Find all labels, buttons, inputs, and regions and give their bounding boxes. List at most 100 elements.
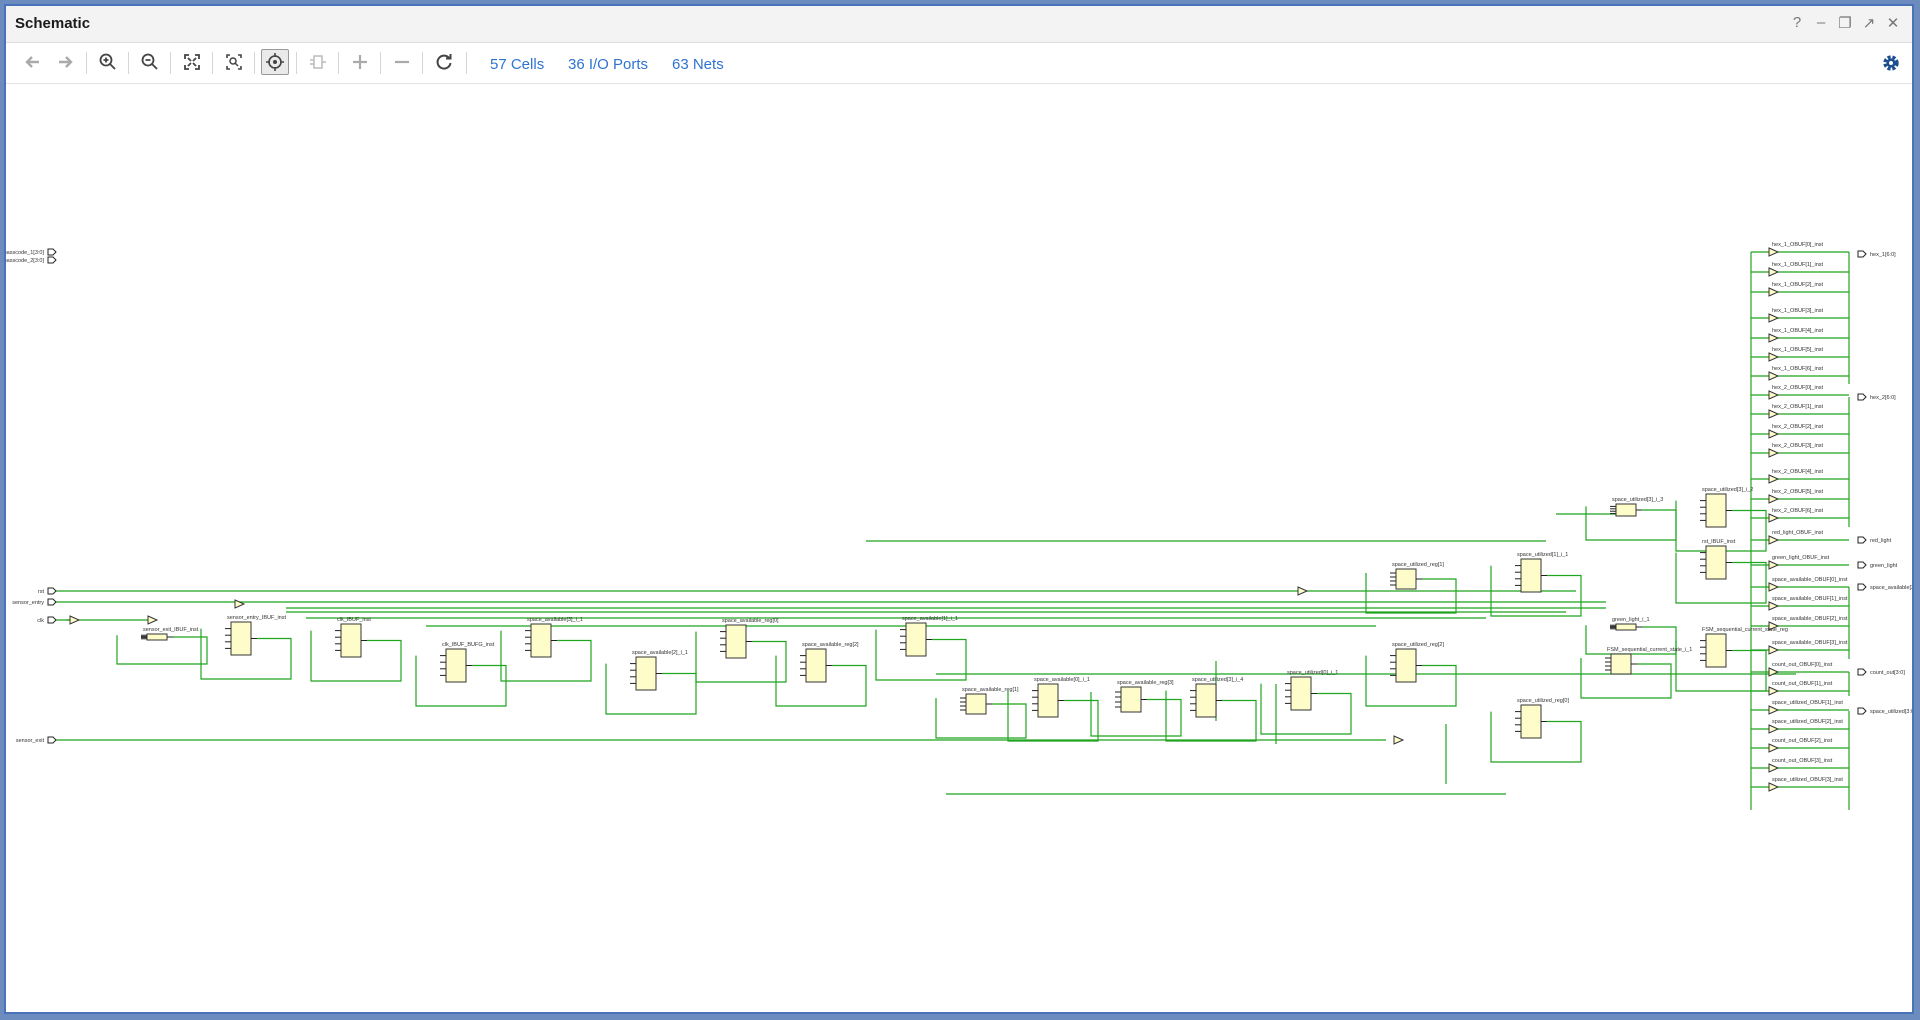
zoom-out-button[interactable] (136, 49, 164, 75)
obuf[interactable] (1768, 667, 1780, 677)
obuf[interactable] (1768, 352, 1780, 362)
obuf[interactable] (1768, 535, 1780, 545)
cell[interactable] (720, 624, 752, 659)
obuf-label: hex_1_OBUF[0]_inst (1772, 242, 1824, 248)
output-port-red-light[interactable] (1857, 536, 1867, 544)
obuf[interactable] (1768, 705, 1780, 715)
input-port-passcode-2-3-0-[interactable] (47, 256, 57, 264)
obuf-label: green_light_OBUF_inst (1772, 555, 1830, 561)
cell[interactable] (960, 693, 992, 715)
obuf[interactable] (1768, 560, 1780, 570)
input-port-sensor-entry[interactable] (47, 598, 57, 606)
regenerate-button[interactable] (430, 49, 458, 75)
cell[interactable] (1032, 683, 1064, 718)
ibuf[interactable] (147, 615, 159, 625)
obuf[interactable] (1768, 474, 1780, 484)
ibuf[interactable] (1297, 586, 1309, 596)
obuf[interactable] (1768, 247, 1780, 257)
cell[interactable] (440, 648, 472, 683)
refresh-icon (436, 54, 452, 70)
obuf[interactable] (1768, 743, 1780, 753)
cell[interactable] (1390, 648, 1422, 683)
cell[interactable] (335, 623, 367, 658)
obuf-label: space_available_OBUF[3]_inst (1772, 640, 1848, 646)
cell[interactable] (1390, 568, 1422, 590)
cell[interactable] (525, 623, 557, 658)
cell-label: sensor_entry_IBUF_inst (227, 615, 286, 621)
zoom-in-button[interactable] (94, 49, 122, 75)
obuf[interactable] (1768, 645, 1780, 655)
obuf[interactable] (1768, 763, 1780, 773)
output-port-space-available-3-0-[interactable] (1857, 583, 1867, 591)
help-icon[interactable]: ? (1788, 14, 1806, 32)
output-port-hex-1-6-0-[interactable] (1857, 250, 1867, 258)
obuf[interactable] (1768, 429, 1780, 439)
input-port-passcode-1-3-0-[interactable] (47, 248, 57, 256)
cell[interactable] (1515, 704, 1547, 739)
cell[interactable] (1115, 686, 1147, 713)
input-port-sensor-exit[interactable] (47, 736, 57, 744)
cell[interactable] (225, 621, 257, 656)
obuf[interactable] (1768, 287, 1780, 297)
obuf[interactable] (1768, 782, 1780, 792)
close-icon[interactable]: ✕ (1884, 14, 1902, 32)
nets-count-link[interactable]: 63 Nets (672, 56, 724, 73)
ibuf[interactable] (234, 599, 246, 609)
cell[interactable] (1515, 558, 1547, 593)
cell[interactable] (1605, 653, 1637, 675)
cells-count-link[interactable]: 57 Cells (490, 56, 544, 73)
io-ports-count-link[interactable]: 36 I/O Ports (568, 56, 648, 73)
expand-cell-button[interactable] (304, 49, 332, 75)
cell[interactable] (141, 633, 173, 641)
minimize-icon[interactable]: – (1812, 14, 1830, 32)
obuf-label: hex_2_OBUF[1]_inst (1772, 404, 1824, 410)
obuf[interactable] (1768, 371, 1780, 381)
ibuf[interactable] (69, 615, 81, 625)
cell[interactable] (1700, 633, 1732, 668)
output-port-space-utilized-3-0-[interactable] (1857, 707, 1867, 715)
input-port-rst[interactable] (47, 587, 57, 595)
cell[interactable] (1285, 676, 1317, 711)
obuf[interactable] (1768, 601, 1780, 611)
cell-label: space_available_reg[1] (962, 687, 1019, 693)
output-port-count-out-3-0-[interactable] (1857, 668, 1867, 676)
cell[interactable] (630, 656, 662, 691)
remove-button[interactable] (388, 49, 416, 75)
cell[interactable] (900, 622, 932, 657)
gear-icon[interactable] (1880, 52, 1902, 74)
obuf-label: hex_2_OBUF[5]_inst (1772, 489, 1824, 495)
cell[interactable] (1190, 683, 1222, 718)
cell-label: space_available_reg[3] (1117, 680, 1174, 686)
maximize-icon[interactable]: ↗ (1860, 14, 1878, 32)
forward-button[interactable] (51, 49, 79, 75)
cell[interactable] (1610, 623, 1642, 631)
obuf[interactable] (1768, 313, 1780, 323)
cell[interactable] (1700, 493, 1732, 528)
obuf[interactable] (1768, 390, 1780, 400)
schematic-diagram[interactable]: passcode_1[3:0] passcode_2[3:0]rst sensor_… (6, 84, 1912, 1012)
obuf[interactable] (1768, 409, 1780, 419)
auto-fit-toggle[interactable] (261, 49, 289, 75)
obuf[interactable] (1768, 513, 1780, 523)
obuf[interactable] (1768, 448, 1780, 458)
output-port-green-light[interactable] (1857, 561, 1867, 569)
schematic-canvas[interactable]: passcode_1[3:0] passcode_2[3:0] rst sensor_… (6, 84, 1912, 1012)
obuf[interactable] (1768, 582, 1780, 592)
cell[interactable] (800, 648, 832, 683)
cell-label: green_light_i_1 (1612, 617, 1650, 623)
zoom-fit-button[interactable] (178, 49, 206, 75)
restore-icon[interactable]: ❐ (1836, 14, 1854, 32)
obuf[interactable] (1768, 494, 1780, 504)
zoom-area-button[interactable] (220, 49, 248, 75)
input-port-clk[interactable] (47, 616, 57, 624)
obuf[interactable] (1768, 724, 1780, 734)
back-button[interactable] (19, 49, 47, 75)
obuf[interactable] (1768, 686, 1780, 696)
obuf[interactable] (1768, 267, 1780, 277)
port-label: space_utilized[3:0] (1870, 709, 1912, 715)
obuf[interactable] (1768, 333, 1780, 343)
add-button[interactable] (346, 49, 374, 75)
output-port-hex-2-6-0-[interactable] (1857, 393, 1867, 401)
obuf-label: space_available_OBUF[2]_inst (1772, 616, 1848, 622)
ibuf[interactable] (1393, 735, 1405, 745)
